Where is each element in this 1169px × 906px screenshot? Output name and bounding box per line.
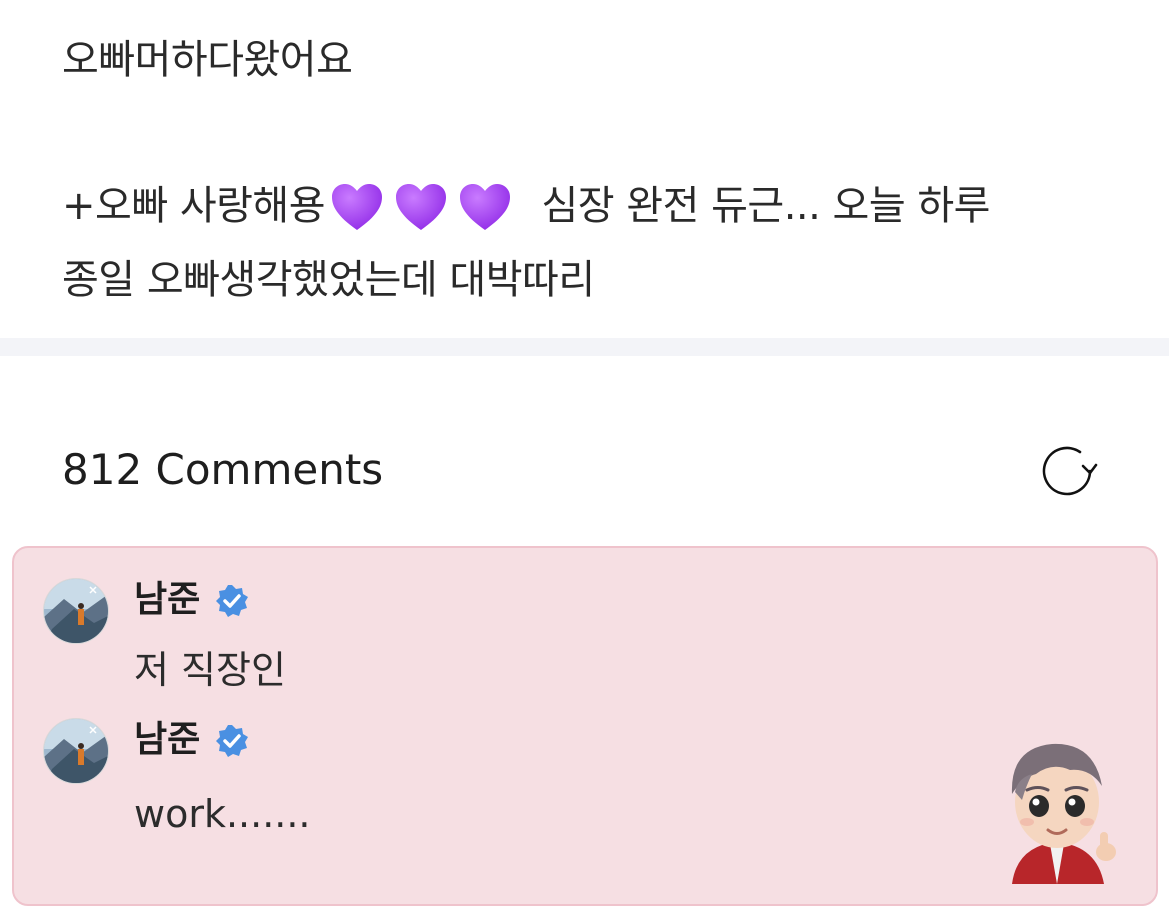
verified-badge-icon — [216, 585, 248, 617]
post-text-line-2-end: 심장 완전 듀근... 오늘 하루 — [541, 183, 990, 229]
comment-text: work....... — [134, 792, 311, 836]
verified-badge-icon — [216, 725, 248, 757]
section-divider — [0, 338, 1169, 356]
refresh-icon[interactable] — [1038, 442, 1098, 500]
purple-heart-icon — [396, 184, 447, 230]
post-text-line-2: +오빠 사랑해용 심장 완전 듀근... 오늘 하루 — [62, 178, 990, 236]
comment-username[interactable]: 남준 — [134, 578, 200, 622]
avatar-photo-icon — [44, 579, 108, 643]
post-text-line-3: 종일 오빠생각했었는데 대박따리 — [62, 257, 595, 303]
post-content: 오빠머하다왔어요 +오빠 사랑해용 심장 완전 듀근... 오늘 하루 종일 오… — [0, 0, 1169, 338]
post-text-line-2-start: +오빠 사랑해용 — [62, 183, 326, 229]
comment-username[interactable]: 남준 — [134, 718, 200, 762]
comments-header: 812 Comments — [0, 356, 1169, 544]
purple-heart-icon — [332, 184, 383, 230]
avatar[interactable] — [43, 718, 109, 784]
comment-text: 저 직장인 — [134, 648, 286, 692]
cartoon-character-sticker-icon — [1011, 743, 1116, 884]
highlighted-comment-thread: 남준 저 직장인 남준 work....... — [12, 546, 1158, 906]
post-text-line-1: 오빠머하다왔어요 — [62, 37, 353, 83]
purple-heart-icon — [460, 184, 511, 230]
comments-count: 812 Comments — [62, 445, 384, 494]
avatar[interactable] — [43, 578, 109, 644]
avatar-photo-icon — [44, 719, 108, 783]
